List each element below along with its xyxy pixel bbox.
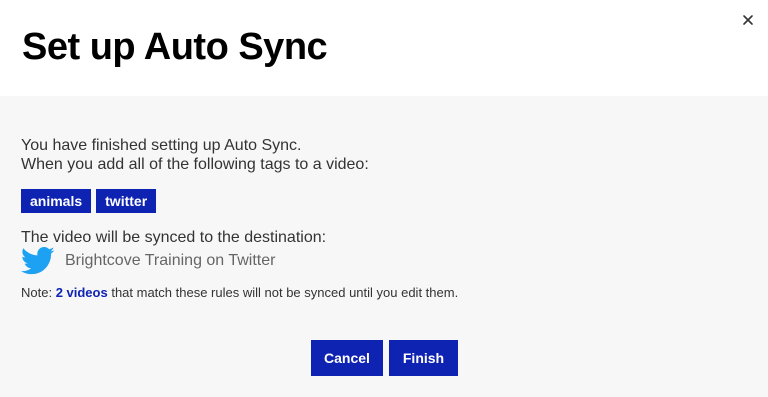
dialog-header: Set up Auto Sync — [0, 0, 768, 96]
destination-row: Brightcove Training on Twitter — [21, 246, 275, 276]
tag-list: animals twitter — [21, 189, 157, 213]
dialog-body: You have finished setting up Auto Sync. … — [0, 96, 768, 397]
note-text: Note: 2 videos that match these rules wi… — [21, 285, 458, 301]
finish-button[interactable]: Finish — [389, 340, 458, 376]
tag-animals: animals — [21, 189, 92, 213]
dialog-actions: Cancel Finish — [311, 340, 458, 376]
close-icon — [743, 15, 753, 25]
intro-text: You have finished setting up Auto Sync. … — [21, 136, 369, 174]
destination-label: The video will be synced to the destinat… — [21, 229, 327, 246]
note-suffix: that match these rules will not be synce… — [107, 285, 459, 300]
cancel-button[interactable]: Cancel — [311, 340, 383, 376]
destination-name: Brightcove Training on Twitter — [65, 252, 276, 269]
tag-twitter: twitter — [96, 189, 157, 213]
intro-line-1: You have finished setting up Auto Sync. — [21, 137, 302, 154]
intro-line-2: When you add all of the following tags t… — [21, 156, 369, 173]
auto-sync-dialog: Set up Auto Sync You have finished setti… — [0, 0, 768, 397]
dialog-title: Set up Auto Sync — [22, 26, 328, 68]
close-button[interactable] — [740, 12, 756, 28]
note-prefix: Note: — [21, 285, 56, 300]
unsynced-videos-link[interactable]: 2 videos — [56, 285, 108, 300]
twitter-icon — [21, 246, 55, 276]
